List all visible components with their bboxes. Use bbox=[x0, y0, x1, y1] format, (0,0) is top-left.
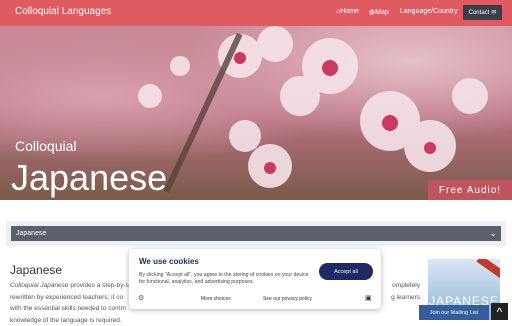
scroll-to-top-button[interactable]: ^ bbox=[491, 303, 508, 320]
double-chevron-down-icon: ⌄ bbox=[489, 228, 497, 239]
privacy-policy-link[interactable]: See our privacy policy bbox=[263, 296, 312, 302]
gear-icon[interactable]: ⚙ bbox=[138, 294, 144, 302]
cookie-badge-icon: ▣ bbox=[365, 294, 372, 302]
chevron-up-icon: ^ bbox=[497, 305, 503, 319]
language-select-value: Japanese bbox=[16, 230, 46, 237]
hero-banner: Colloquial Japanese bbox=[0, 26, 512, 200]
hero-subtitle: Colloquial bbox=[15, 138, 76, 154]
contact-label: Contact bbox=[469, 10, 490, 16]
content-title: Japanese bbox=[10, 263, 62, 277]
top-navbar: Colloquial Languages ⌂ Home ◍ Map Langua… bbox=[0, 0, 512, 26]
nav-map-link[interactable]: ◍ Map bbox=[369, 8, 389, 16]
description-line-4: knowledge of the language is required. bbox=[10, 315, 420, 326]
description-line-1: provides a step-by-s bbox=[69, 282, 129, 289]
book-ribbon bbox=[476, 259, 500, 279]
cookie-body: By clicking "Accept all", you agree to t… bbox=[139, 272, 309, 286]
nav-home-label: Home bbox=[340, 8, 359, 15]
contact-button[interactable]: Contact ✉ bbox=[463, 5, 502, 20]
mailing-list-button[interactable]: Join our Mailing List bbox=[419, 305, 489, 320]
description-line-2: rewritten by experienced teachers; it co bbox=[10, 294, 123, 301]
description-line-1-right: ompletely bbox=[392, 280, 420, 292]
accept-all-button[interactable]: Accept all bbox=[319, 263, 373, 280]
nav-language-country-link[interactable]: Language/Country bbox=[400, 8, 458, 15]
envelope-icon: ✉ bbox=[491, 9, 496, 16]
hero-title: Japanese bbox=[11, 160, 167, 196]
cookie-consent-dialog: We use cookies By clicking "Accept all",… bbox=[129, 249, 381, 309]
nav-map-label: Map bbox=[375, 9, 389, 16]
brand-link[interactable]: Colloquial Languages bbox=[15, 6, 111, 17]
nav-home-link[interactable]: ⌂ Home bbox=[336, 8, 359, 15]
language-select[interactable]: Japanese ⌄ bbox=[11, 226, 501, 241]
book-name-italic: Colloquial Japanese bbox=[10, 282, 69, 289]
description-line-2-right: g learners bbox=[391, 292, 420, 304]
free-audio-button[interactable]: Free Audio! bbox=[428, 180, 512, 200]
more-choices-link[interactable]: More choices bbox=[201, 296, 231, 302]
cookie-title: We use cookies bbox=[139, 257, 199, 266]
